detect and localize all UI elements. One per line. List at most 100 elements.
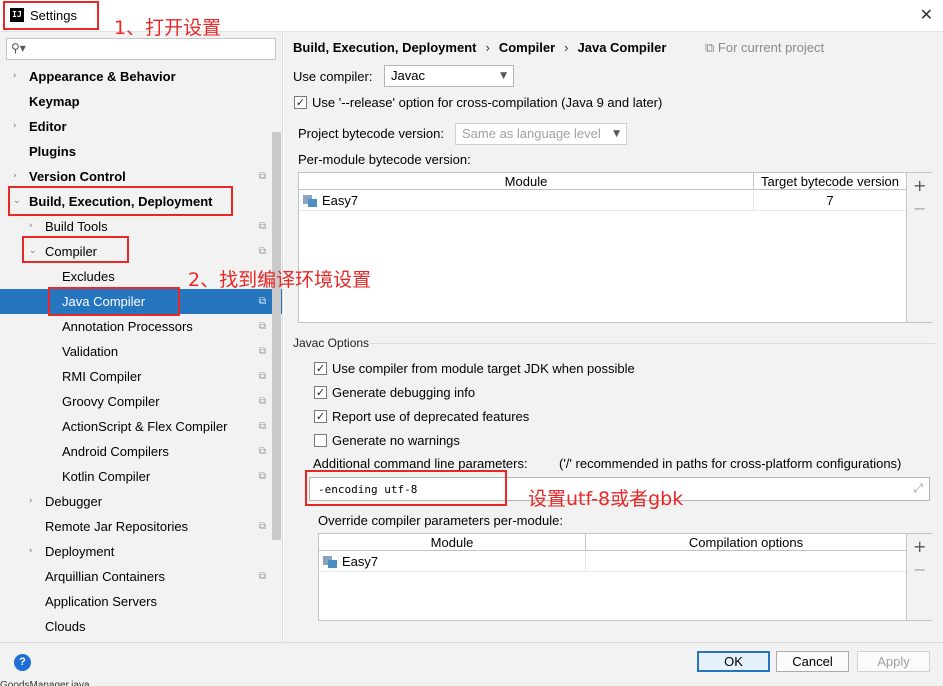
search-input[interactable]: ⚲▾ xyxy=(6,38,276,60)
options-cell[interactable] xyxy=(586,552,906,572)
chevron-right-icon[interactable]: › xyxy=(29,214,39,239)
module-icon xyxy=(323,556,337,568)
sidebar-item-label: Remote Jar Repositories xyxy=(45,519,189,534)
breadcrumb-compiler[interactable]: Compiler xyxy=(499,40,555,55)
sidebar-item-rmi-compiler[interactable]: RMI Compiler ⧉ xyxy=(0,364,282,389)
sidebar-item-java-compiler[interactable]: Java Compiler ⧉ xyxy=(0,289,282,314)
additional-params-label: Additional command line parameters: xyxy=(313,456,528,471)
chevron-right-icon[interactable]: › xyxy=(29,539,39,564)
sidebar-scrollbar[interactable] xyxy=(272,132,281,540)
use-compiler-select[interactable]: Javac ▼ xyxy=(384,65,514,87)
additional-params-hint: ('/' recommended in paths for cross-plat… xyxy=(559,456,902,471)
sidebar-item-debugger[interactable]: › Debugger xyxy=(0,489,282,514)
breadcrumb: Build, Execution, Deployment › Compiler › Ja… xyxy=(293,40,666,55)
chevron-right-icon[interactable]: › xyxy=(29,489,39,514)
column-header-module[interactable]: Module xyxy=(299,173,754,190)
javac-option-label: Generate no warnings xyxy=(332,433,460,448)
sidebar-item-version-control[interactable]: › Version Control ⧉ xyxy=(0,164,282,189)
use-compiler-label: Use compiler: xyxy=(293,69,373,84)
sidebar-item-groovy-compiler[interactable]: Groovy Compiler ⧉ xyxy=(0,389,282,414)
override-table: Module Compilation options Easy7 + − xyxy=(318,533,932,621)
ok-button[interactable]: OK xyxy=(697,651,770,672)
help-icon[interactable]: ? xyxy=(14,654,31,671)
annotation-step3: 设置utf-8或者gbk xyxy=(528,488,684,510)
checkbox-checked[interactable]: ✓ xyxy=(294,96,307,109)
intellij-logo-icon: IJ xyxy=(10,8,24,22)
use-compiler-value: Javac xyxy=(391,68,425,83)
sidebar-item-label: Validation xyxy=(62,344,119,359)
sidebar-item-keymap[interactable]: Keymap xyxy=(0,89,282,114)
column-header-compilation-options[interactable]: Compilation options xyxy=(586,534,906,551)
table-toolbar: + − xyxy=(906,534,932,620)
expand-icon[interactable]: ⤢ xyxy=(913,481,923,496)
sidebar-item-label: Excludes xyxy=(62,269,115,284)
background-editor-tab: GoodsManager.java xyxy=(0,680,90,686)
version-cell[interactable]: 7 xyxy=(754,191,906,211)
sidebar-item-arquillian-containers[interactable]: Arquillian Containers ⧉ xyxy=(0,564,282,589)
table-row[interactable]: Easy7 7 xyxy=(299,191,906,211)
additional-params-value: -encoding utf-8 xyxy=(318,483,418,496)
sidebar-item-label: ActionScript & Flex Compiler xyxy=(62,419,228,434)
sidebar-item-kotlin-compiler[interactable]: Kotlin Compiler ⧉ xyxy=(0,464,282,489)
sidebar-item-compiler[interactable]: ⌄ Compiler ⧉ xyxy=(0,239,282,264)
project-scope-icon: ⧉ xyxy=(258,321,266,332)
remove-icon[interactable]: − xyxy=(913,560,926,579)
chevron-down-icon[interactable]: ⌄ xyxy=(13,189,23,214)
checkbox-checked[interactable]: ✓ xyxy=(314,386,327,399)
search-icon: ⚲▾ xyxy=(11,41,26,55)
sidebar-item-label: Version Control xyxy=(29,169,126,184)
section-divider xyxy=(370,343,935,344)
sidebar-item-android-compilers[interactable]: Android Compilers ⧉ xyxy=(0,439,282,464)
apply-button[interactable]: Apply xyxy=(857,651,930,672)
chevron-right-icon[interactable]: › xyxy=(13,114,23,139)
close-icon[interactable]: ✕ xyxy=(920,5,933,24)
checkbox-checked[interactable]: ✓ xyxy=(314,410,327,423)
module-cell: Easy7 xyxy=(319,552,586,572)
sidebar-item-deployment[interactable]: › Deployment xyxy=(0,539,282,564)
project-scope-icon: ⧉ xyxy=(258,571,266,582)
add-icon[interactable]: + xyxy=(913,537,926,556)
project-scope-icon: ⧉ xyxy=(258,421,266,432)
sidebar-item-label: Build, Execution, Deployment xyxy=(29,194,213,209)
breadcrumb-separator: › xyxy=(485,40,490,55)
sidebar-item-appearance-behavior[interactable]: › Appearance & Behavior xyxy=(0,64,282,89)
chevron-right-icon[interactable]: › xyxy=(13,64,23,89)
sidebar-item-remote-jar-repositories[interactable]: Remote Jar Repositories ⧉ xyxy=(0,514,282,539)
remove-icon[interactable]: − xyxy=(913,199,926,218)
sidebar-item-actionscript-flex-compiler[interactable]: ActionScript & Flex Compiler ⧉ xyxy=(0,414,282,439)
sidebar-item-editor[interactable]: › Editor xyxy=(0,114,282,139)
chevron-right-icon[interactable]: › xyxy=(13,164,23,189)
sidebar-item-plugins[interactable]: Plugins xyxy=(0,139,282,164)
add-icon[interactable]: + xyxy=(913,176,926,195)
sidebar-item-annotation-processors[interactable]: Annotation Processors ⧉ xyxy=(0,314,282,339)
sidebar-item-label: Application Servers xyxy=(45,594,157,609)
project-bytecode-select[interactable]: Same as language level ▼ xyxy=(455,123,627,145)
column-header-target-version[interactable]: Target bytecode version xyxy=(754,173,906,190)
cancel-button[interactable]: Cancel xyxy=(776,651,849,672)
sidebar-item-build-execution-deployment[interactable]: ⌄ Build, Execution, Deployment xyxy=(0,189,282,214)
chevron-down-icon: ▼ xyxy=(500,71,507,81)
chevron-down-icon[interactable]: ⌄ xyxy=(29,239,39,264)
javac-options-title: Javac Options xyxy=(293,336,370,350)
checkbox-checked[interactable]: ✓ xyxy=(314,362,327,375)
sidebar-item-label: Deployment xyxy=(45,544,115,559)
column-header-module[interactable]: Module xyxy=(319,534,586,551)
breadcrumb-build[interactable]: Build, Execution, Deployment xyxy=(293,40,476,55)
checkbox-unchecked[interactable] xyxy=(314,434,327,447)
sidebar-item-application-servers[interactable]: Application Servers xyxy=(0,589,282,614)
module-cell: Easy7 xyxy=(299,191,754,211)
sidebar-item-label: RMI Compiler xyxy=(62,369,142,384)
breadcrumb-separator: › xyxy=(564,40,569,55)
sidebar-item-label: Editor xyxy=(29,119,67,134)
sidebar-item-validation[interactable]: Validation ⧉ xyxy=(0,339,282,364)
sidebar-item-build-tools[interactable]: › Build Tools ⧉ xyxy=(0,214,282,239)
project-scope-icon: ⧉ xyxy=(258,246,266,257)
module-name: Easy7 xyxy=(322,193,359,208)
sidebar-item-clouds[interactable]: Clouds xyxy=(0,614,282,639)
java-compiler-panel: Build, Execution, Deployment › Compiler › Ja… xyxy=(284,32,943,642)
sidebar-item-label: Kotlin Compiler xyxy=(62,469,151,484)
project-scope-icon: ⧉ xyxy=(258,171,266,182)
sidebar-item-label: Clouds xyxy=(45,619,86,634)
table-row[interactable]: Easy7 xyxy=(319,552,906,572)
annotation-step2: 2、找到编译环境设置 xyxy=(188,269,372,291)
